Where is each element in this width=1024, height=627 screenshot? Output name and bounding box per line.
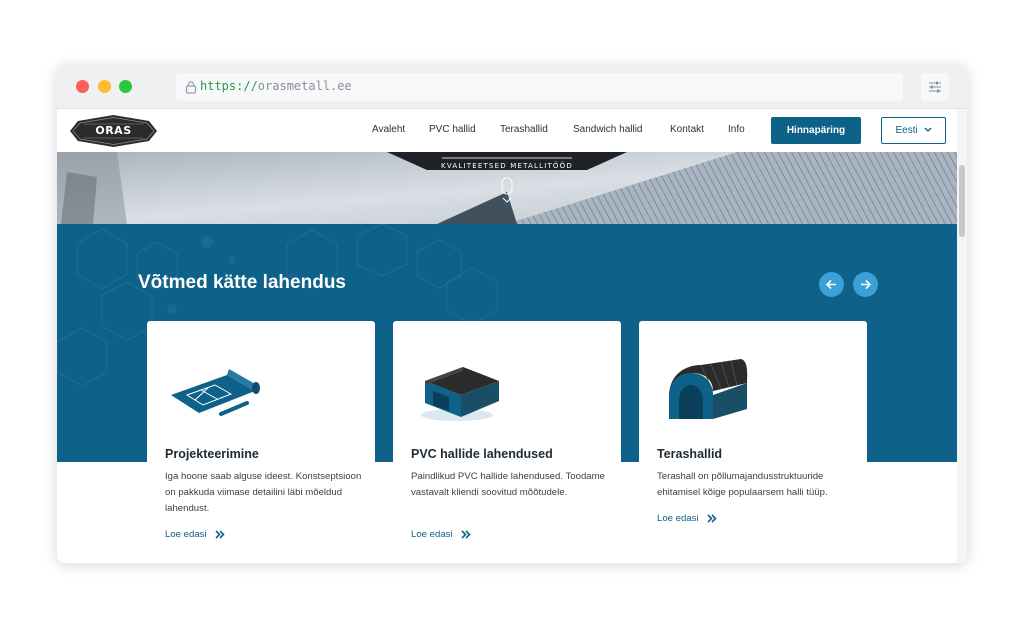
browser-settings-button[interactable] xyxy=(921,73,949,101)
read-more-label: Loe edasi xyxy=(657,513,699,524)
card-description: Iga hoone saab alguse ideest. Konstsepts… xyxy=(165,471,362,514)
carousel-next-button[interactable] xyxy=(853,272,878,297)
url-host: orasmetall.ee xyxy=(257,79,352,93)
logo-text: ORAS METALL xyxy=(88,124,138,173)
double-chevron-right-icon xyxy=(461,530,471,539)
scrollbar-thumb[interactable] xyxy=(959,165,965,237)
section-title: Võtmed kätte lahendus xyxy=(138,272,346,293)
nav-link-terashallid[interactable]: Terashallid xyxy=(500,124,548,135)
read-more-link[interactable]: Loe edasi xyxy=(411,529,471,540)
price-request-button[interactable]: Hinnapäring xyxy=(771,117,861,144)
maximize-window-button[interactable] xyxy=(119,80,132,93)
card-title: Terashallid xyxy=(657,447,723,461)
read-more-label: Loe edasi xyxy=(165,529,207,540)
browser-toolbar: https://orasmetall.ee xyxy=(57,65,967,109)
close-window-button[interactable] xyxy=(76,80,89,93)
nav-link-sandwich-hallid[interactable]: Sandwich hallid xyxy=(573,124,643,135)
service-card-projekteerimine[interactable]: Projekteerimine Iga hoone saab alguse id… xyxy=(147,321,375,563)
card-description: Paindlikud PVC hallide lahendused. Tooda… xyxy=(411,471,605,498)
lock-icon xyxy=(185,81,197,94)
double-chevron-right-icon xyxy=(215,530,225,539)
service-card-pvc-hallid[interactable]: PVC hallide lahendused Paindlikud PVC ha… xyxy=(393,321,621,563)
hero-banner: KVALITEETSED METALLITÖÖD xyxy=(57,152,957,224)
double-chevron-right-icon xyxy=(707,514,717,523)
url-scheme: https:// xyxy=(200,79,258,93)
site-logo[interactable]: ORAS METALL xyxy=(70,113,157,173)
page-scrollbar[interactable] xyxy=(957,109,967,563)
minimize-window-button[interactable] xyxy=(98,80,111,93)
nav-link-pvc-hallid[interactable]: PVC hallid xyxy=(429,124,476,135)
address-bar[interactable]: https://orasmetall.ee xyxy=(176,73,903,101)
card-description: Terashall on põllumajandusstruktuuride e… xyxy=(657,471,828,498)
nav-link-kontakt[interactable]: Kontakt xyxy=(670,124,704,135)
service-card-terashallid[interactable]: Terashallid Terashall on põllumajandusst… xyxy=(639,321,867,563)
language-label: Eesti xyxy=(895,125,918,136)
card-title: Projekteerimine xyxy=(165,447,259,461)
language-select[interactable]: Eesti xyxy=(881,117,946,144)
site-header: ORAS METALL Avaleht PVC hallid Terashall… xyxy=(57,109,957,173)
hero-tagline: KVALITEETSED METALLITÖÖD xyxy=(441,162,573,170)
read-more-label: Loe edasi xyxy=(411,529,453,540)
steel-hall-icon xyxy=(669,359,748,419)
chevron-down-icon xyxy=(924,127,931,132)
nav-link-avaleht[interactable]: Avaleht xyxy=(372,124,405,135)
card-title: PVC hallide lahendused xyxy=(411,447,553,461)
arrow-right-icon xyxy=(861,279,872,290)
url-text: https://orasmetall.ee xyxy=(200,79,352,93)
blueprint-icon xyxy=(171,369,260,416)
carousel-prev-button[interactable] xyxy=(819,272,844,297)
page-viewport: ORAS METALL Avaleht PVC hallid Terashall… xyxy=(57,109,957,563)
browser-window: https://orasmetall.ee ORAS M xyxy=(57,65,967,563)
read-more-link[interactable]: Loe edasi xyxy=(165,529,225,540)
pvc-hall-icon xyxy=(421,367,499,421)
sliders-icon xyxy=(929,81,941,93)
read-more-link[interactable]: Loe edasi xyxy=(657,513,717,524)
arrow-left-icon xyxy=(825,279,836,290)
nav-link-info[interactable]: Info xyxy=(728,124,745,135)
